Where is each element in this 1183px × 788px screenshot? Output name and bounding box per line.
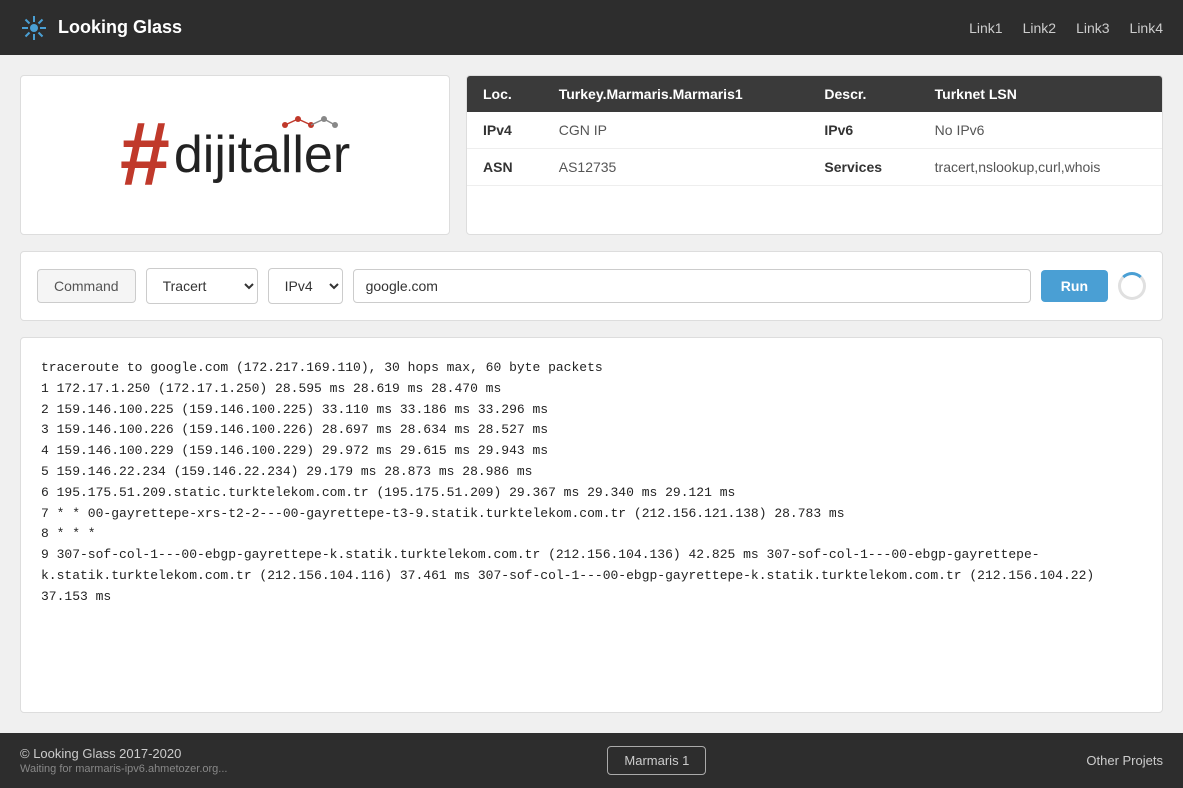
command-type-select[interactable]: Tracert NSLookup Curl Whois [146,268,258,304]
top-section: # dijitaller [20,75,1163,235]
row2-col3: Services [808,149,918,186]
row2-col4: tracert,nslookup,curl,whois [919,149,1162,186]
row1-col1: IPv4 [467,112,543,149]
col-loc: Loc. [467,76,543,112]
loading-spinner [1118,272,1146,300]
footer-left: © Looking Glass 2017-2020 Waiting for ma… [20,746,227,775]
command-bar: Command Tracert NSLookup Curl Whois IPv4… [20,251,1163,321]
marmaris-badge[interactable]: Marmaris 1 [607,746,706,775]
dots-decoration-icon [280,115,340,135]
footer: © Looking Glass 2017-2020 Waiting for ma… [0,733,1183,788]
row2-col1: ASN [467,149,543,186]
command-version-select[interactable]: IPv4 IPv6 [268,268,343,304]
run-button[interactable]: Run [1041,270,1108,302]
col-descr: Descr. [808,76,918,112]
footer-right: Other Projets [1086,753,1163,768]
header: Looking Glass Link1 Link2 Link3 Link4 [0,0,1183,55]
output-area: traceroute to google.com (172.217.169.11… [20,337,1163,713]
col-descr-val: Turknet LSN [919,76,1162,112]
nav-link3[interactable]: Link3 [1076,20,1109,36]
brand-title: Looking Glass [58,17,182,38]
footer-center: Marmaris 1 [607,746,706,775]
info-table-wrapper: Loc. Turkey.Marmaris.Marmaris1 Descr. Tu… [466,75,1163,235]
main-content: # dijitaller [0,55,1183,733]
header-nav: Link1 Link2 Link3 Link4 [969,20,1163,36]
command-label: Command [37,269,136,303]
logo-content: # dijitaller [120,110,350,200]
nav-link2[interactable]: Link2 [1023,20,1056,36]
brand: Looking Glass [20,14,182,42]
footer-copyright: © Looking Glass 2017-2020 [20,746,227,761]
hash-symbol: # [120,110,170,200]
row1-col4: No IPv6 [919,112,1162,149]
row2-col2: AS12735 [543,149,809,186]
nav-link1[interactable]: Link1 [969,20,1002,36]
footer-waiting: Waiting for marmaris-ipv6.ahmetozer.org.… [20,763,227,775]
table-row: ASN AS12735 Services tracert,nslookup,cu… [467,149,1162,186]
brand-name: dijitaller [174,129,350,181]
row1-col2: CGN IP [543,112,809,149]
logo-box: # dijitaller [20,75,450,235]
row1-col3: IPv6 [808,112,918,149]
command-target-input[interactable] [353,269,1031,303]
col-location-val: Turkey.Marmaris.Marmaris1 [543,76,809,112]
logo-icon [20,14,48,42]
info-table: Loc. Turkey.Marmaris.Marmaris1 Descr. Tu… [467,76,1162,186]
table-row: IPv4 CGN IP IPv6 No IPv6 [467,112,1162,149]
nav-link4[interactable]: Link4 [1130,20,1163,36]
